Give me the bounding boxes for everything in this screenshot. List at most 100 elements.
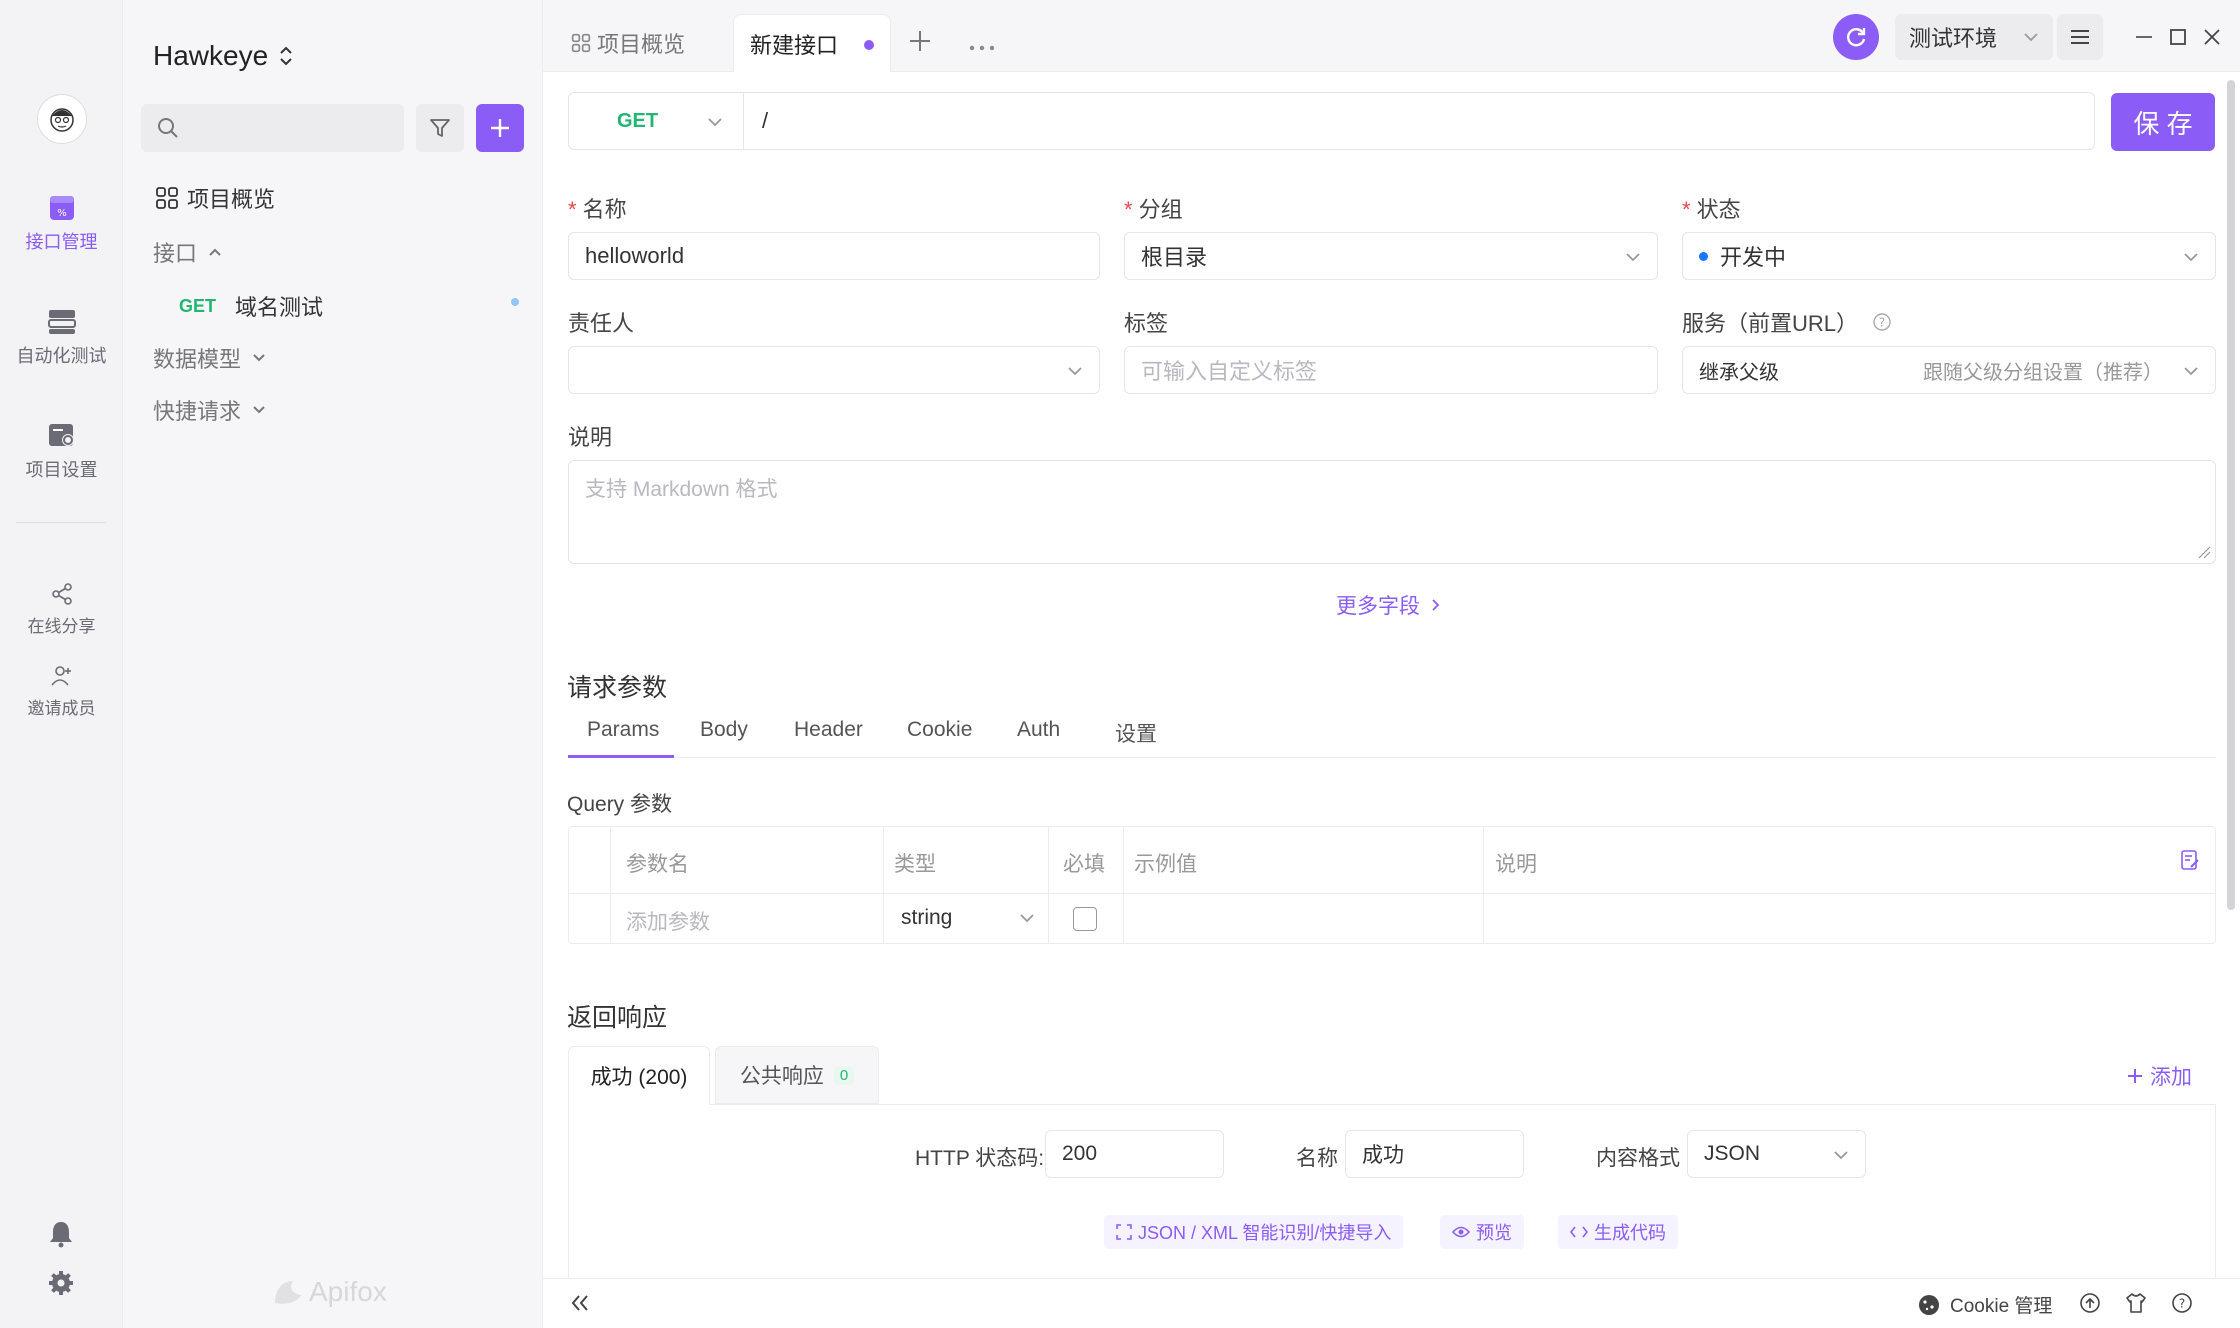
- rail-item-share[interactable]: 在线分享: [0, 582, 123, 637]
- table-col-divider: [1048, 826, 1049, 944]
- response-name-input[interactable]: 成功: [1345, 1130, 1524, 1178]
- status-code-input[interactable]: 200: [1045, 1130, 1224, 1178]
- eye-icon: [1452, 1226, 1470, 1238]
- params-tab-settings[interactable]: 设置: [1115, 718, 1157, 748]
- params-tab-params[interactable]: Params: [587, 718, 659, 742]
- add-response-button[interactable]: 添加: [2126, 1061, 2192, 1091]
- rail-label-invite: 邀请成员: [27, 699, 96, 718]
- avatar[interactable]: [37, 94, 87, 144]
- description-textarea[interactable]: 支持 Markdown 格式: [568, 460, 2216, 564]
- cookie-manager-button[interactable]: Cookie 管理: [1918, 1291, 2052, 1318]
- sidebar: Hawkeye 项目概览 接口 GET 域名测试 数据模型 快捷请求 Apifo…: [123, 0, 543, 1328]
- status-label: * 状态: [1682, 197, 1741, 222]
- rail-label-automation: 自动化测试: [16, 346, 107, 366]
- table-col-divider: [610, 826, 611, 944]
- chevron-down-icon: [2184, 253, 2198, 262]
- smart-import-button[interactable]: JSON / XML 智能识别/快捷导入: [1104, 1215, 1404, 1249]
- upload-button[interactable]: [2079, 1292, 2101, 1319]
- url-value: /: [762, 108, 769, 133]
- content-format-select[interactable]: JSON: [1687, 1130, 1866, 1178]
- rail-item-settings[interactable]: 项目设置: [0, 422, 123, 482]
- svg-text:%: %: [57, 208, 67, 219]
- bulk-edit-button[interactable]: [2180, 849, 2200, 876]
- global-settings-button[interactable]: [48, 1270, 74, 1301]
- resize-handle-icon[interactable]: [2197, 545, 2211, 559]
- save-button[interactable]: 保 存: [2111, 93, 2215, 151]
- group-select[interactable]: 根目录: [1124, 232, 1658, 280]
- main-scrollbar-thumb[interactable]: [2227, 80, 2235, 910]
- svg-text:?: ?: [1879, 316, 1885, 330]
- api-item-name: 域名测试: [235, 295, 324, 320]
- tags-input[interactable]: 可输入自定义标签: [1124, 346, 1658, 394]
- project-switcher[interactable]: Hawkeye: [153, 40, 294, 72]
- environment-select[interactable]: 测试环境: [1895, 14, 2053, 60]
- owner-select[interactable]: [568, 346, 1100, 394]
- sidebar-api-item[interactable]: GET 域名测试: [179, 290, 519, 322]
- close-window-button[interactable]: [2201, 26, 2223, 53]
- sync-button[interactable]: [1833, 14, 1879, 60]
- name-input[interactable]: helloworld: [568, 232, 1100, 280]
- new-tab-button[interactable]: [907, 28, 933, 59]
- status-dot: [1699, 251, 1708, 261]
- maximize-button[interactable]: [2167, 26, 2189, 53]
- more-fields-label: 更多字段: [1336, 595, 1420, 618]
- group-label: * 分组: [1124, 197, 1183, 222]
- response-title: 返回响应: [567, 1004, 668, 1032]
- rail-item-invite[interactable]: 邀请成员: [0, 664, 123, 719]
- chevron-right-icon: [1432, 599, 1440, 611]
- filter-icon: [430, 119, 450, 137]
- minimize-button[interactable]: [2133, 26, 2155, 53]
- sidebar-group-quick-request[interactable]: 快捷请求: [153, 394, 267, 426]
- column-header-name: 参数名: [626, 853, 689, 876]
- params-tabs-divider: [568, 757, 2216, 758]
- table-col-divider: [1123, 826, 1124, 944]
- service-hint: 跟随父级分组设置（推荐）: [1923, 361, 2163, 384]
- response-tab-success[interactable]: 成功 (200): [568, 1046, 710, 1105]
- more-tabs-button[interactable]: [969, 38, 995, 56]
- service-select[interactable]: 继承父级 跟随父级分组设置（推荐）: [1682, 346, 2216, 394]
- param-required-checkbox[interactable]: [1073, 907, 1097, 931]
- preview-button[interactable]: 预览: [1440, 1215, 1524, 1249]
- brand-watermark: Apifox: [273, 1276, 387, 1308]
- param-name-input[interactable]: 添加参数: [626, 906, 710, 936]
- sidebar-item-overview[interactable]: 项目概览: [155, 182, 275, 214]
- sidebar-group-api[interactable]: 接口: [153, 236, 223, 268]
- method-select[interactable]: GET: [568, 92, 743, 150]
- params-tab-cookie[interactable]: Cookie: [907, 718, 972, 742]
- rail-item-automation[interactable]: 自动化测试: [0, 308, 123, 368]
- tab-new-api[interactable]: 新建接口: [733, 14, 891, 72]
- collapse-sidebar-button[interactable]: [569, 1292, 591, 1319]
- generate-code-button[interactable]: 生成代码: [1558, 1215, 1678, 1249]
- tab-overview[interactable]: 项目概览: [555, 14, 701, 72]
- params-tab-auth[interactable]: Auth: [1017, 718, 1060, 742]
- filter-button[interactable]: [416, 104, 464, 152]
- theme-button[interactable]: [2125, 1292, 2147, 1319]
- params-tab-header[interactable]: Header: [794, 718, 863, 742]
- service-value: 继承父级: [1699, 361, 1779, 384]
- help-button[interactable]: ?: [2171, 1292, 2193, 1319]
- save-label: 保 存: [2133, 108, 2193, 139]
- bulk-edit-icon: [2181, 850, 2199, 870]
- chevron-down-icon: [253, 354, 265, 362]
- notification-bell-button[interactable]: [48, 1220, 74, 1253]
- add-response-label: 添加: [2150, 1066, 2192, 1089]
- more-fields-link[interactable]: 更多字段: [1336, 590, 1442, 620]
- add-button[interactable]: [476, 104, 524, 152]
- sidebar-search-input[interactable]: [141, 104, 404, 152]
- request-params-title: 请求参数: [567, 674, 668, 702]
- cookie-manager-label: Cookie 管理: [1950, 1296, 2053, 1317]
- table-col-divider: [883, 826, 884, 944]
- sidebar-group-data-model[interactable]: 数据模型: [153, 342, 267, 374]
- sidebar-overview-label: 项目概览: [187, 187, 276, 212]
- param-type-select[interactable]: string: [901, 906, 1035, 930]
- status-select[interactable]: 开发中: [1682, 232, 2216, 280]
- rail-item-api[interactable]: % 接口管理: [0, 194, 123, 254]
- response-tab-public[interactable]: 公共响应 0: [715, 1046, 879, 1104]
- method-value: GET: [617, 109, 659, 132]
- tags-placeholder: 可输入自定义标签: [1141, 359, 1318, 384]
- url-input[interactable]: /: [743, 92, 2095, 150]
- query-params-table: [568, 826, 2216, 944]
- params-tab-body[interactable]: Body: [700, 718, 748, 742]
- env-menu-button[interactable]: [2057, 14, 2103, 60]
- tab-unsaved-dot: [864, 40, 874, 50]
